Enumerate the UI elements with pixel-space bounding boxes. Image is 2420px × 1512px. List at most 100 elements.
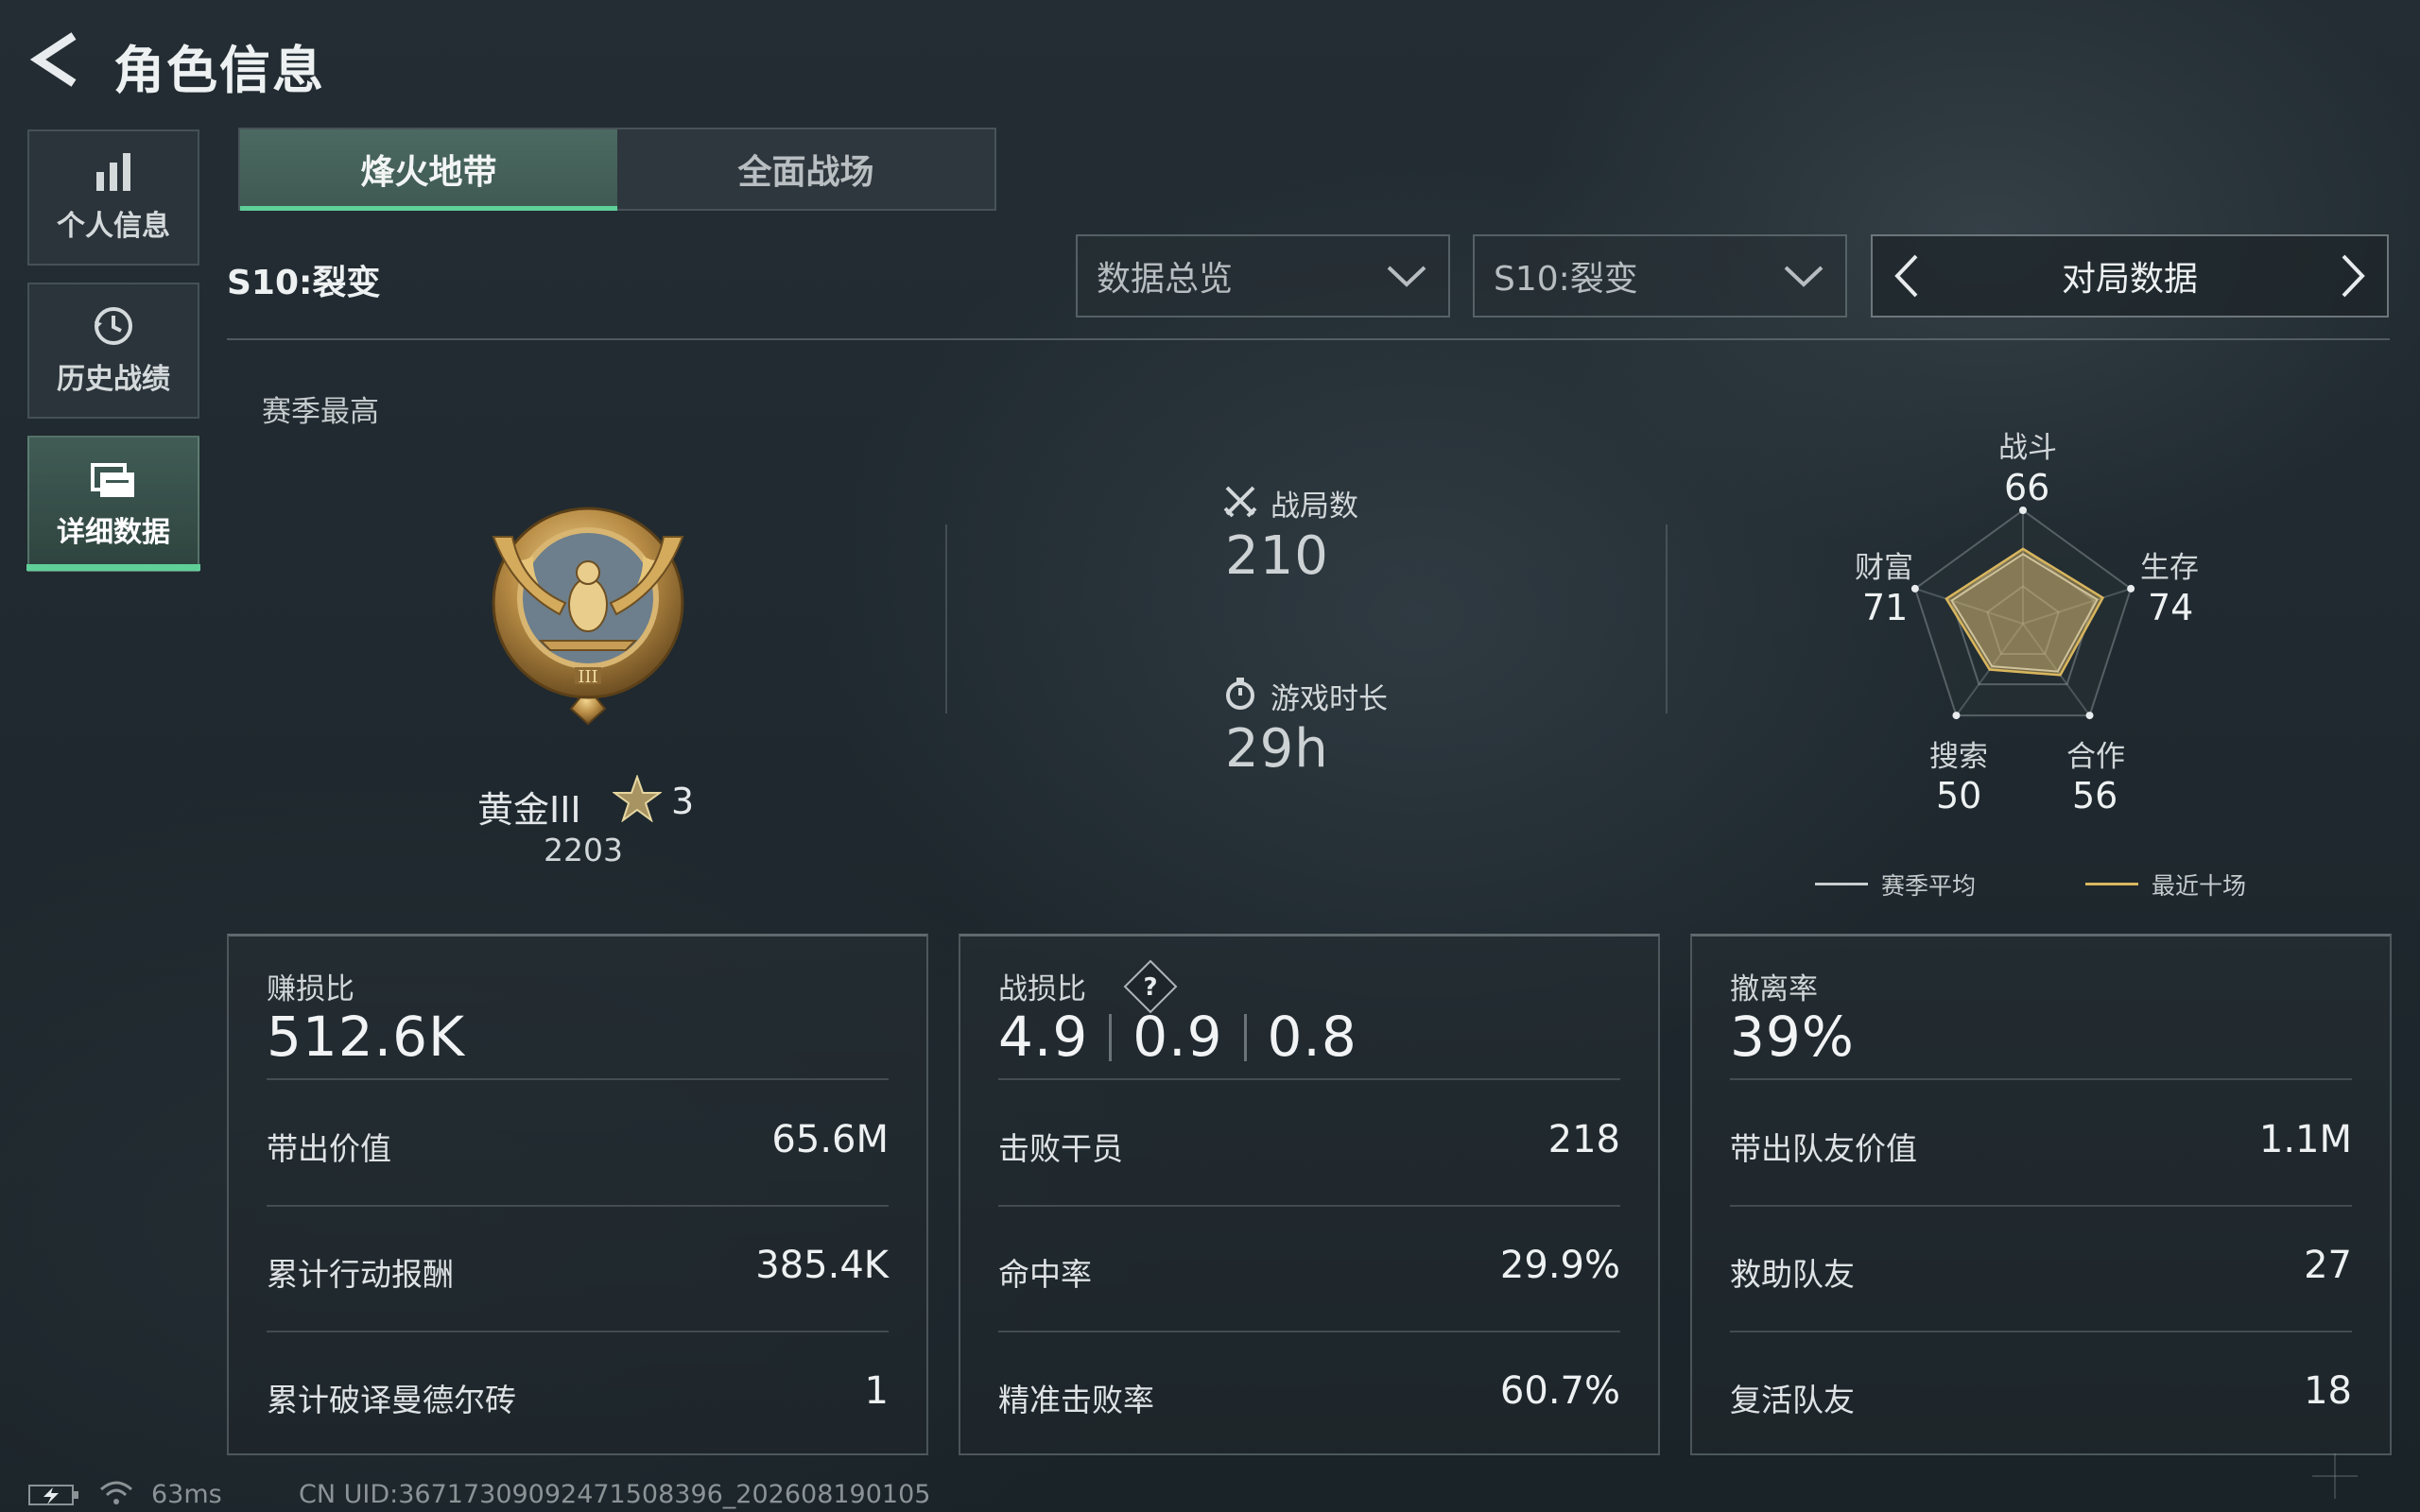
- radar-axis-tip: [1910, 584, 1919, 593]
- row-value: 218: [1547, 1118, 1620, 1161]
- row-label: 命中率: [998, 1256, 1092, 1293]
- chevron-down-icon: [1387, 266, 1426, 287]
- divider: [1243, 1014, 1247, 1061]
- divider: [1730, 1078, 2352, 1080]
- row-value: 60.7%: [1499, 1369, 1620, 1413]
- star-icon: [613, 775, 662, 822]
- rank-name: 黄金III: [477, 789, 581, 831]
- divider: [998, 1078, 1620, 1080]
- ability-radar-chart: [1910, 507, 2135, 720]
- sidebar-item-label: 详细数据: [57, 516, 170, 549]
- season-dropdown[interactable]: S10:裂变: [1473, 234, 1847, 318]
- card-main-value: 39%: [1730, 1005, 1855, 1069]
- rank-score: 2203: [544, 832, 623, 868]
- row-value: 27: [2304, 1244, 2352, 1287]
- chevron-left-icon[interactable]: [1890, 252, 1924, 300]
- stopwatch-icon: [1226, 678, 1254, 710]
- row-label: 带出队友价值: [1730, 1130, 1917, 1167]
- sidebar-item-history[interactable]: 历史战绩: [27, 283, 199, 419]
- battery-charging-icon: [28, 1485, 78, 1505]
- tab-full-battlefield[interactable]: 全面战场: [617, 129, 994, 209]
- rank-stars-count: 3: [671, 781, 695, 822]
- svg-text:III: III: [578, 667, 597, 687]
- season-best-label: 赛季最高: [262, 395, 379, 429]
- folder-data-icon: [91, 463, 134, 497]
- playtime-value: 29h: [1225, 718, 1329, 780]
- ping-value: 63ms: [151, 1480, 222, 1509]
- row-value: 1: [864, 1369, 889, 1413]
- dropdown-value: S10:裂变: [1494, 260, 1638, 299]
- divider: [998, 1205, 1620, 1207]
- radar-value-search: 50: [1936, 775, 1982, 816]
- radar-value-survival: 74: [2148, 587, 2194, 628]
- sidebar-item-personal-info[interactable]: 个人信息: [27, 129, 199, 266]
- radar-label-wealth: 财富: [1855, 551, 1913, 585]
- legend-recent-ten: 最近十场: [2152, 872, 2247, 900]
- kill-death-card: 战损比 ? 4.9 0.9 0.8 击败干员 218 命中率 29.9% 精准击败率…: [959, 934, 1660, 1455]
- radar-value-wealth: 71: [1862, 587, 1909, 628]
- row-value: 29.9%: [1499, 1244, 1620, 1287]
- legend-season-avg: 赛季平均: [1881, 872, 1977, 900]
- dropdown-value: 数据总览: [1097, 260, 1234, 299]
- kd-ratio-value: 4.9: [998, 1005, 1089, 1069]
- divider: [1666, 524, 1668, 713]
- sidebar-item-label: 历史战绩: [57, 363, 170, 396]
- divider: [267, 1078, 889, 1080]
- sidebar-item-detailed-data[interactable]: 详细数据: [27, 436, 199, 572]
- pager-label: 对局数据: [2061, 260, 2198, 299]
- bar-chart-icon: [96, 153, 130, 191]
- wifi-icon: [100, 1481, 132, 1504]
- divider: [998, 1331, 1620, 1332]
- row-value: 385.4K: [755, 1244, 889, 1287]
- radar-axis-tip: [1952, 712, 1961, 720]
- extraction-rate-card: 撤离率 39% 带出队友价值 1.1M 救助队友 27 复活队友 18: [1690, 934, 2392, 1455]
- legend-season-avg-line: [1815, 883, 1868, 885]
- row-label: 救助队友: [1730, 1256, 1855, 1293]
- radar-axis-tip: [2127, 584, 2135, 593]
- section-divider: [227, 338, 2390, 340]
- plus-marker-icon: [2312, 1453, 2358, 1499]
- data-type-pager: 对局数据: [1871, 234, 2389, 318]
- row-label: 击败干员: [998, 1130, 1123, 1167]
- radar-value-cooperation: 56: [2072, 775, 2118, 816]
- divider: [267, 1205, 889, 1207]
- playtime-label: 游戏时长: [1270, 682, 1388, 716]
- data-scope-dropdown[interactable]: 数据总览: [1076, 234, 1450, 318]
- card-title: 战损比: [998, 972, 1086, 1006]
- radar-label-combat: 战斗: [1998, 431, 2057, 465]
- row-value: 1.1M: [2258, 1118, 2352, 1161]
- row-label: 带出价值: [267, 1130, 391, 1167]
- season-label: S10:裂变: [227, 264, 381, 302]
- chevron-down-icon: [1784, 266, 1824, 287]
- row-label: 累计行动报酬: [267, 1256, 454, 1293]
- divider: [1730, 1331, 2352, 1332]
- card-title: 赚损比: [267, 972, 354, 1006]
- user-uid: CN UID:3671730909247150839​6_20260819010…: [299, 1480, 931, 1509]
- matches-value: 210: [1225, 525, 1329, 587]
- back-arrow-icon[interactable]: [26, 28, 83, 91]
- row-value: 65.6M: [771, 1118, 889, 1161]
- chevron-right-icon[interactable]: [2336, 252, 2370, 300]
- card-title: 撤离率: [1730, 972, 1818, 1006]
- row-value: 18: [2304, 1369, 2352, 1413]
- divider: [1109, 1014, 1113, 1061]
- row-label: 累计破译曼德尔砖: [267, 1382, 516, 1418]
- sidebar-item-label: 个人信息: [57, 210, 170, 243]
- divider: [945, 524, 947, 713]
- gold-rank-medal-icon: III: [492, 507, 684, 726]
- matches-label: 战局数: [1270, 490, 1358, 524]
- divider: [267, 1331, 889, 1332]
- kd-ratio-value: 0.9: [1132, 1005, 1223, 1069]
- radar-value-combat: 66: [2004, 467, 2050, 508]
- legend-recent-ten-line: [2085, 883, 2138, 885]
- svg-text:?: ?: [1143, 973, 1157, 1002]
- profit-loss-card: 赚损比 512.6K 带出价值 65.6M 累计行动报酬 385.4K 累计破译…: [227, 934, 928, 1455]
- crossed-swords-icon: [1223, 486, 1257, 518]
- radar-axis-tip: [2085, 712, 2094, 720]
- page-title: 角色信息: [113, 41, 325, 100]
- kd-ratio-value: 0.8: [1267, 1005, 1357, 1069]
- card-main-value: 4.9 0.9 0.8: [998, 1005, 1357, 1069]
- tab-warzone-zone[interactable]: 烽火地带: [240, 129, 617, 211]
- radar-label-search: 搜索: [1929, 740, 1988, 774]
- radar-label-cooperation: 合作: [2066, 740, 2125, 774]
